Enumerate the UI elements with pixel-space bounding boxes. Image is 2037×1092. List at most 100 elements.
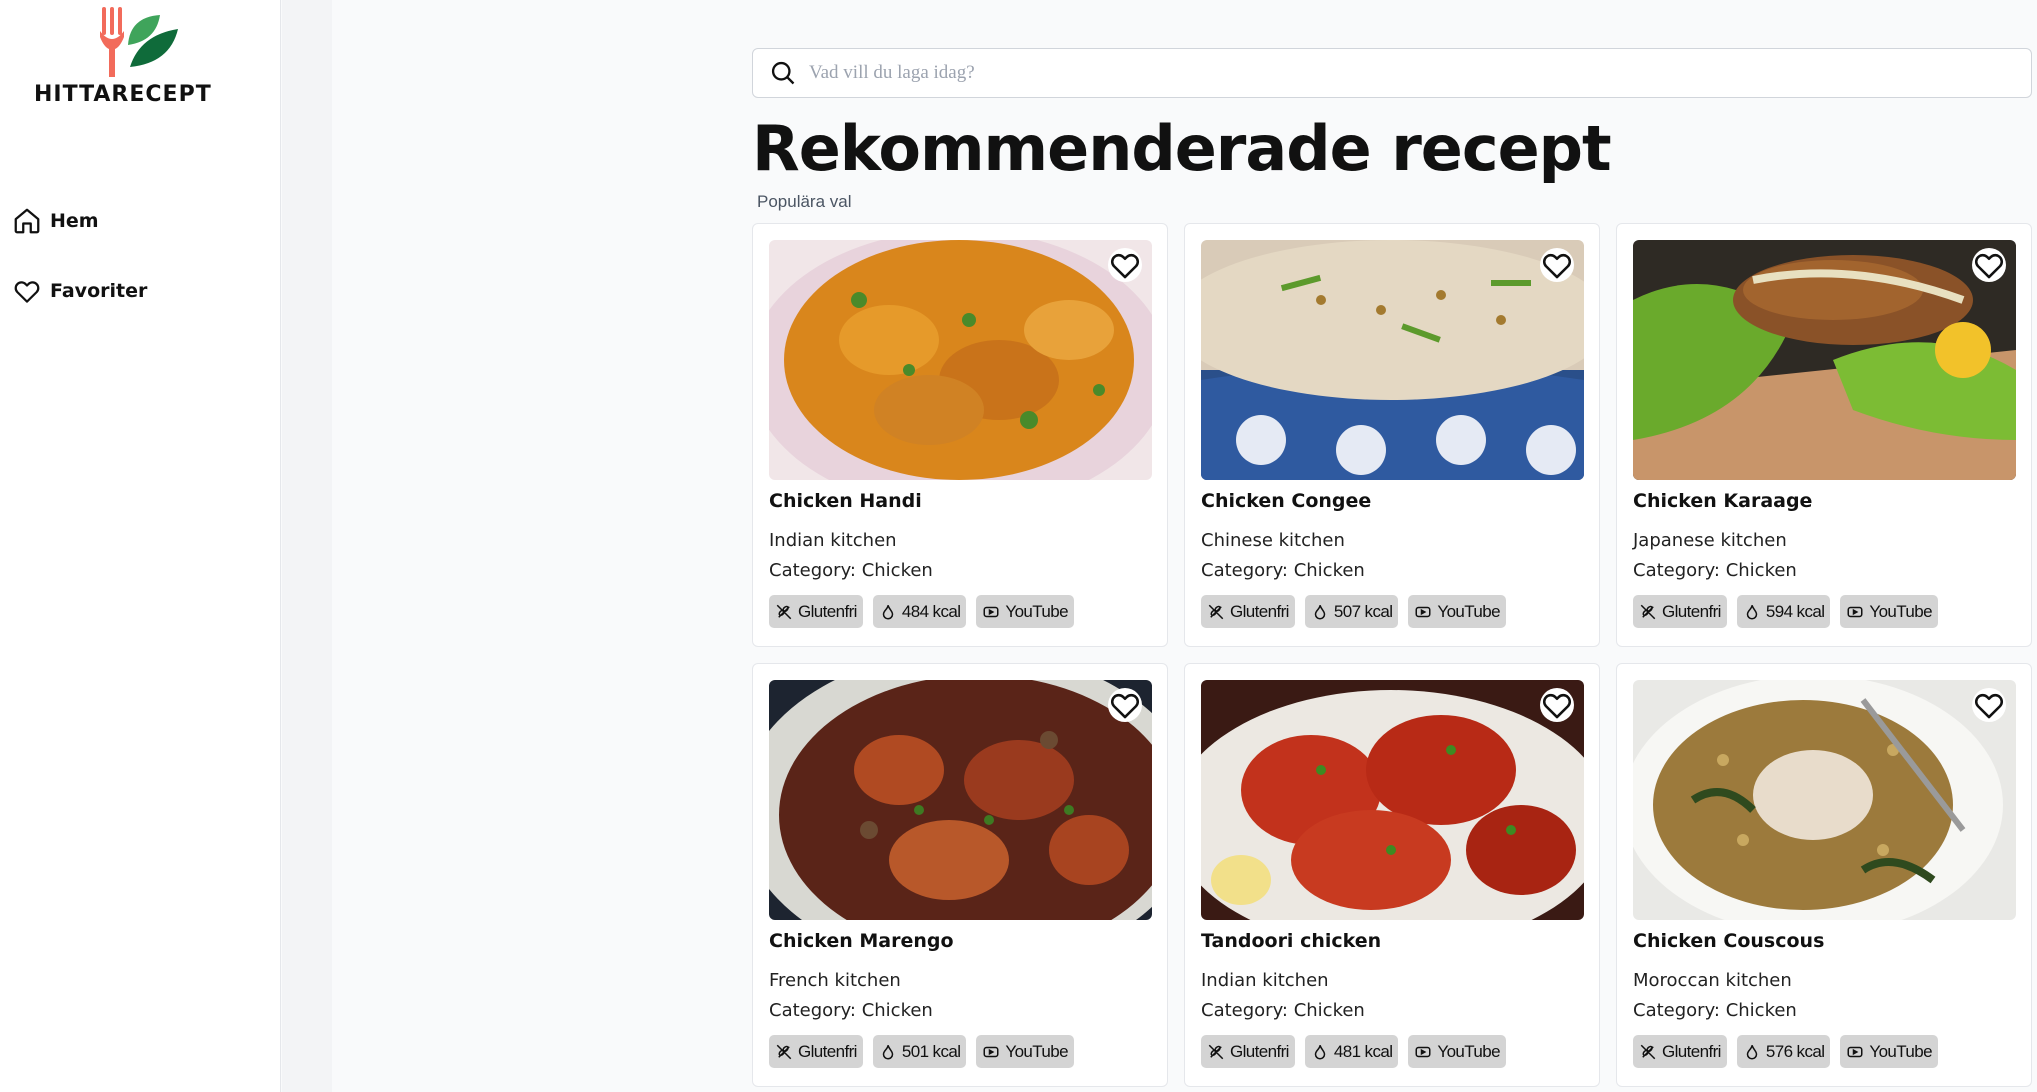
- heart-icon: [1975, 253, 2003, 279]
- favorite-button[interactable]: [1540, 688, 1574, 722]
- tag-youtube[interactable]: YouTube: [1840, 595, 1938, 628]
- tag-label: Glutenfri: [1662, 1041, 1721, 1061]
- tag-label: YouTube: [1437, 601, 1500, 621]
- sidebar-item-label: Favoriter: [50, 280, 148, 302]
- recipe-title: Chicken Marengo: [769, 930, 954, 952]
- recipe-card[interactable]: Chicken Couscous Moroccan kitchen Catego…: [1616, 663, 2032, 1087]
- flame-icon: [1314, 604, 1326, 619]
- youtube-icon: [1847, 1046, 1863, 1057]
- sidebar-item-hem[interactable]: Hem: [12, 206, 99, 236]
- chicken-handi-photo: [769, 240, 1152, 480]
- tag-label: 507 kcal: [1333, 601, 1393, 621]
- recipe-card[interactable]: Chicken Marengo French kitchen Category:…: [752, 663, 1168, 1087]
- sidebar-item-label: Hem: [50, 210, 99, 232]
- recipe-title: Chicken Handi: [769, 490, 922, 512]
- wheat-off-icon: [776, 604, 792, 619]
- tag-calories: 507 kcal: [1304, 595, 1399, 628]
- flame-icon: [1314, 1044, 1326, 1059]
- favorite-button[interactable]: [1108, 248, 1142, 282]
- tag-youtube[interactable]: YouTube: [1408, 595, 1506, 628]
- tag-label: 484 kcal: [901, 601, 961, 621]
- recipe-kitchen: Chinese kitchen: [1201, 530, 1345, 551]
- recipe-kitchen: Indian kitchen: [769, 530, 897, 551]
- tag-label: Glutenfri: [1230, 601, 1289, 621]
- tag-label: 594 kcal: [1765, 601, 1825, 621]
- favorite-button[interactable]: [1108, 688, 1142, 722]
- recipe-category: Category: Chicken: [1633, 1000, 1797, 1021]
- tag-gluten-free: Glutenfri: [1633, 1035, 1727, 1068]
- youtube-icon: [1415, 1046, 1431, 1057]
- heart-icon: [1111, 253, 1139, 279]
- tag-label: YouTube: [1437, 1041, 1500, 1061]
- recipe-category: Category: Chicken: [1201, 560, 1365, 581]
- tandoori-chicken-photo: [1201, 680, 1584, 920]
- page-subtitle: Populära val: [757, 192, 852, 211]
- tag-youtube[interactable]: YouTube: [976, 1035, 1074, 1068]
- recipe-image[interactable]: [769, 240, 1152, 480]
- search-input[interactable]: [809, 62, 2009, 84]
- recipe-tags: Glutenfri 507 kcal YouTube: [1201, 595, 1506, 628]
- recipe-kitchen: French kitchen: [769, 970, 901, 991]
- favorite-button[interactable]: [1972, 688, 2006, 722]
- recipe-image[interactable]: [1201, 680, 1584, 920]
- tag-label: Glutenfri: [1662, 601, 1721, 621]
- tag-gluten-free: Glutenfri: [769, 595, 863, 628]
- flame-icon: [1746, 604, 1758, 619]
- tag-label: YouTube: [1869, 601, 1932, 621]
- heart-icon: [1543, 693, 1571, 719]
- youtube-icon: [1415, 606, 1431, 617]
- home-icon: [14, 208, 40, 234]
- chicken-congee-photo: [1201, 240, 1584, 480]
- wheat-off-icon: [776, 1044, 792, 1059]
- recipe-category: Category: Chicken: [1201, 1000, 1365, 1021]
- tag-youtube[interactable]: YouTube: [976, 595, 1074, 628]
- sidebar-item-favoriter[interactable]: Favoriter: [12, 276, 147, 306]
- recipe-image[interactable]: [1633, 240, 2016, 480]
- recipe-card[interactable]: Chicken Handi Indian kitchen Category: C…: [752, 223, 1168, 647]
- tag-calories: 594 kcal: [1736, 595, 1831, 628]
- recipe-title: Chicken Congee: [1201, 490, 1372, 512]
- flame-icon: [882, 604, 894, 619]
- tag-calories: 576 kcal: [1736, 1035, 1831, 1068]
- tag-calories: 501 kcal: [872, 1035, 967, 1068]
- recipe-image[interactable]: [1633, 680, 2016, 920]
- tag-youtube[interactable]: YouTube: [1840, 1035, 1938, 1068]
- tag-youtube[interactable]: YouTube: [1408, 1035, 1506, 1068]
- tag-gluten-free: Glutenfri: [1201, 1035, 1295, 1068]
- tag-calories: 481 kcal: [1304, 1035, 1399, 1068]
- recipe-card[interactable]: Chicken Congee Chinese kitchen Category:…: [1184, 223, 1600, 647]
- heart-icon: [1111, 693, 1139, 719]
- heart-icon: [1975, 693, 2003, 719]
- chicken-couscous-photo: [1633, 680, 2016, 920]
- tag-label: YouTube: [1005, 1041, 1068, 1061]
- tag-calories: 484 kcal: [872, 595, 967, 628]
- favorite-button[interactable]: [1540, 248, 1574, 282]
- tag-gluten-free: Glutenfri: [769, 1035, 863, 1068]
- youtube-icon: [983, 606, 999, 617]
- recipe-category: Category: Chicken: [769, 1000, 933, 1021]
- tag-label: YouTube: [1869, 1041, 1932, 1061]
- recipe-category: Category: Chicken: [769, 560, 933, 581]
- recipe-card[interactable]: Tandoori chicken Indian kitchen Category…: [1184, 663, 1600, 1087]
- recipe-tags: Glutenfri 501 kcal YouTube: [769, 1035, 1074, 1068]
- tag-label: 501 kcal: [901, 1041, 961, 1061]
- recipe-kitchen: Indian kitchen: [1201, 970, 1329, 991]
- recipe-tags: Glutenfri 594 kcal YouTube: [1633, 595, 1938, 628]
- chicken-karaage-photo: [1633, 240, 2016, 480]
- wheat-off-icon: [1640, 1044, 1656, 1059]
- heart-icon: [14, 281, 40, 303]
- wheat-off-icon: [1640, 604, 1656, 619]
- logo[interactable]: HITTARECEPT: [34, 5, 234, 107]
- search-bar[interactable]: [752, 48, 2032, 98]
- recipe-image[interactable]: [1201, 240, 1584, 480]
- recipe-card[interactable]: Chicken Karaage Japanese kitchen Categor…: [1616, 223, 2032, 647]
- main-gutter: [282, 0, 332, 1092]
- recipe-tags: Glutenfri 481 kcal YouTube: [1201, 1035, 1506, 1068]
- favorite-button[interactable]: [1972, 248, 2006, 282]
- tag-label: Glutenfri: [1230, 1041, 1289, 1061]
- recipe-tags: Glutenfri 576 kcal YouTube: [1633, 1035, 1938, 1068]
- recipe-tags: Glutenfri 484 kcal YouTube: [769, 595, 1074, 628]
- tag-gluten-free: Glutenfri: [1633, 595, 1727, 628]
- tag-label: 576 kcal: [1765, 1041, 1825, 1061]
- recipe-image[interactable]: [769, 680, 1152, 920]
